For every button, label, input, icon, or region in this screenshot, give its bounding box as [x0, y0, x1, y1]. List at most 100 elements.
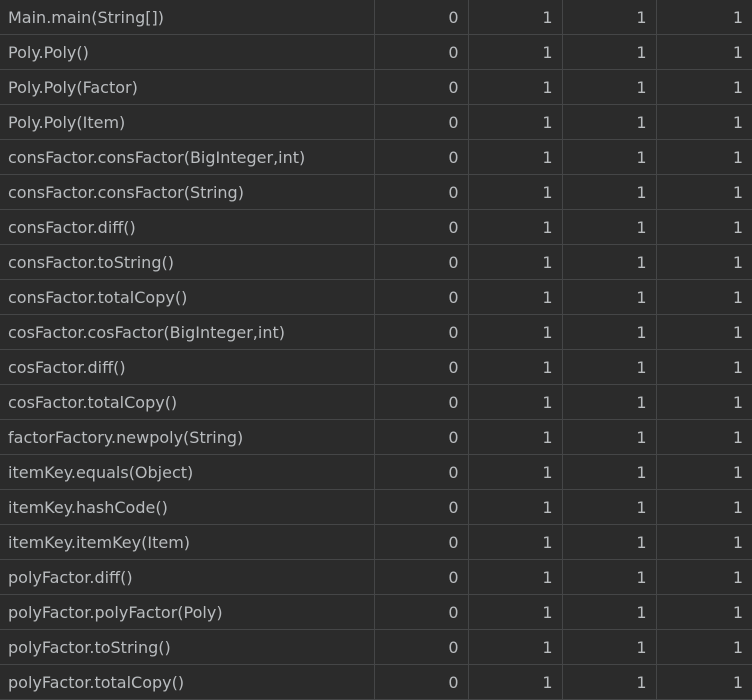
table-row[interactable]: Poly.Poly(Factor) 0 1 1 1 [0, 69, 752, 105]
metric-value-cell: 0 [374, 244, 469, 280]
table-row[interactable]: Poly.Poly(Item) 0 1 1 1 [0, 104, 752, 140]
metric-value-cell: 1 [562, 349, 657, 385]
metric-value-cell: 1 [656, 489, 752, 525]
metric-value-cell: 1 [562, 454, 657, 490]
metric-value-cell: 0 [374, 664, 469, 700]
metric-value-cell: 1 [656, 594, 752, 630]
metric-value-cell: 1 [562, 419, 657, 455]
metric-value-cell: 1 [656, 244, 752, 280]
metric-value-cell: 1 [562, 0, 657, 35]
metric-value-cell: 1 [656, 664, 752, 700]
metric-value-cell: 1 [656, 349, 752, 385]
method-name-cell: Poly.Poly() [0, 34, 375, 70]
metric-value-cell: 1 [468, 419, 563, 455]
metric-value-cell: 1 [656, 34, 752, 70]
metric-value-cell: 1 [562, 69, 657, 105]
metric-value-cell: 0 [374, 524, 469, 560]
metric-value-cell: 1 [468, 174, 563, 210]
method-name-cell: consFactor.diff() [0, 209, 375, 245]
metric-value-cell: 0 [374, 0, 469, 35]
metric-value-cell: 1 [562, 559, 657, 595]
metric-value-cell: 0 [374, 594, 469, 630]
metric-value-cell: 1 [656, 559, 752, 595]
metric-value-cell: 1 [656, 384, 752, 420]
metric-value-cell: 1 [468, 279, 563, 315]
method-name-cell: Main.main(String[]) [0, 0, 375, 35]
metric-value-cell: 0 [374, 629, 469, 665]
metric-value-cell: 1 [656, 524, 752, 560]
metric-value-cell: 1 [562, 664, 657, 700]
metric-value-cell: 0 [374, 559, 469, 595]
metric-value-cell: 1 [656, 629, 752, 665]
metric-value-cell: 1 [656, 454, 752, 490]
metric-value-cell: 1 [656, 104, 752, 140]
table-row[interactable]: consFactor.consFactor(BigInteger,int) 0 1 1… [0, 139, 752, 175]
metric-value-cell: 1 [468, 524, 563, 560]
metric-value-cell: 0 [374, 489, 469, 525]
metric-value-cell: 1 [656, 69, 752, 105]
metric-value-cell: 1 [562, 104, 657, 140]
table-row[interactable]: itemKey.equals(Object) 0 1 1 1 [0, 454, 752, 490]
metrics-table-body: Main.main(String[]) 0 1 1 1 Poly.Poly() 0 1 1 1 Po… [0, 0, 752, 700]
metric-value-cell: 1 [468, 664, 563, 700]
metric-value-cell: 1 [562, 139, 657, 175]
metric-value-cell: 1 [656, 314, 752, 350]
method-name-cell: polyFactor.polyFactor(Poly) [0, 594, 375, 630]
metric-value-cell: 1 [562, 594, 657, 630]
table-row[interactable]: itemKey.itemKey(Item) 0 1 1 1 [0, 524, 752, 560]
method-name-cell: Poly.Poly(Factor) [0, 69, 375, 105]
metric-value-cell: 0 [374, 174, 469, 210]
metric-value-cell: 1 [468, 0, 563, 35]
table-row[interactable]: factorFactory.newpoly(String) 0 1 1 1 [0, 419, 752, 455]
metric-value-cell: 0 [374, 419, 469, 455]
table-row[interactable]: polyFactor.polyFactor(Poly) 0 1 1 1 [0, 594, 752, 630]
table-row[interactable]: Main.main(String[]) 0 1 1 1 [0, 0, 752, 35]
table-row[interactable]: consFactor.consFactor(String) 0 1 1 1 [0, 174, 752, 210]
method-name-cell: itemKey.hashCode() [0, 489, 375, 525]
metric-value-cell: 1 [562, 489, 657, 525]
metric-value-cell: 1 [656, 279, 752, 315]
table-row[interactable]: consFactor.toString() 0 1 1 1 [0, 244, 752, 280]
metric-value-cell: 0 [374, 34, 469, 70]
method-name-cell: itemKey.equals(Object) [0, 454, 375, 490]
metric-value-cell: 1 [656, 0, 752, 35]
method-name-cell: consFactor.consFactor(String) [0, 174, 375, 210]
table-row[interactable]: Poly.Poly() 0 1 1 1 [0, 34, 752, 70]
table-row[interactable]: itemKey.hashCode() 0 1 1 1 [0, 489, 752, 525]
method-name-cell: consFactor.toString() [0, 244, 375, 280]
metric-value-cell: 1 [468, 104, 563, 140]
metric-value-cell: 1 [562, 209, 657, 245]
metric-value-cell: 1 [562, 384, 657, 420]
method-name-cell: Poly.Poly(Item) [0, 104, 375, 140]
method-name-cell: factorFactory.newpoly(String) [0, 419, 375, 455]
metric-value-cell: 0 [374, 209, 469, 245]
metric-value-cell: 0 [374, 279, 469, 315]
metric-value-cell: 1 [562, 174, 657, 210]
metric-value-cell: 1 [562, 629, 657, 665]
metric-value-cell: 1 [468, 314, 563, 350]
metric-value-cell: 1 [468, 69, 563, 105]
method-name-cell: polyFactor.diff() [0, 559, 375, 595]
table-row[interactable]: cosFactor.totalCopy() 0 1 1 1 [0, 384, 752, 420]
table-row[interactable]: polyFactor.totalCopy() 0 1 1 1 [0, 664, 752, 700]
metric-value-cell: 1 [562, 524, 657, 560]
metric-value-cell: 1 [562, 34, 657, 70]
table-row[interactable]: consFactor.totalCopy() 0 1 1 1 [0, 279, 752, 315]
table-row[interactable]: consFactor.diff() 0 1 1 1 [0, 209, 752, 245]
method-name-cell: polyFactor.toString() [0, 629, 375, 665]
metric-value-cell: 1 [656, 174, 752, 210]
table-row[interactable]: polyFactor.diff() 0 1 1 1 [0, 559, 752, 595]
metric-value-cell: 0 [374, 384, 469, 420]
table-row[interactable]: cosFactor.cosFactor(BigInteger,int) 0 1 1 1 [0, 314, 752, 350]
method-name-cell: itemKey.itemKey(Item) [0, 524, 375, 560]
table-row[interactable]: polyFactor.toString() 0 1 1 1 [0, 629, 752, 665]
metric-value-cell: 1 [468, 349, 563, 385]
metric-value-cell: 1 [656, 209, 752, 245]
metric-value-cell: 1 [468, 559, 563, 595]
table-row[interactable]: cosFactor.diff() 0 1 1 1 [0, 349, 752, 385]
metric-value-cell: 0 [374, 139, 469, 175]
metric-value-cell: 1 [468, 489, 563, 525]
metric-value-cell: 0 [374, 69, 469, 105]
metric-value-cell: 1 [468, 454, 563, 490]
metric-value-cell: 0 [374, 314, 469, 350]
